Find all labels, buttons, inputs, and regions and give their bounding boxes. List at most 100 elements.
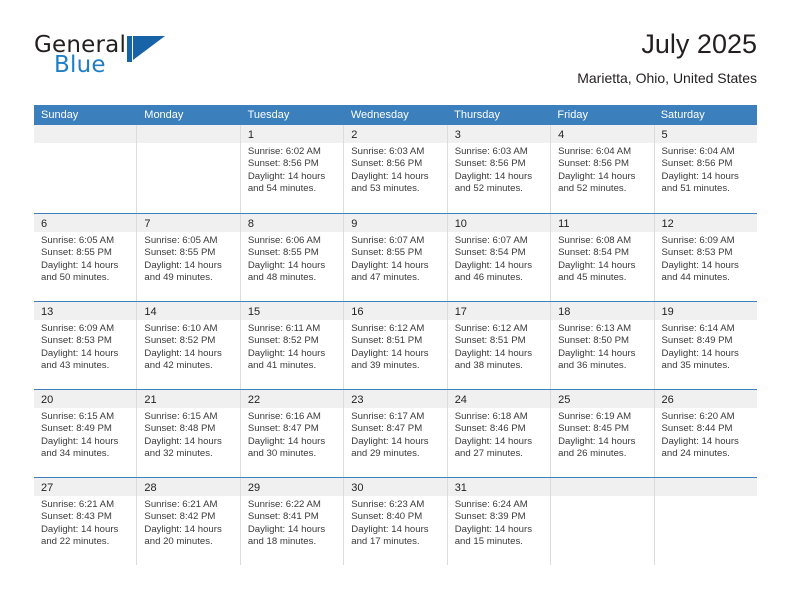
day-info: Sunrise: 6:08 AM Sunset: 8:54 PM Dayligh… xyxy=(551,232,653,285)
sunset-text: Sunset: 8:40 PM xyxy=(351,511,423,523)
sunset-text: Sunset: 8:41 PM xyxy=(247,511,319,523)
day-cell[interactable]: 21 Sunrise: 6:15 AM Sunset: 8:48 PM Dayl… xyxy=(137,390,241,477)
day-cell[interactable]: 17 Sunrise: 6:12 AM Sunset: 8:51 PM Dayl… xyxy=(447,302,552,389)
weekday-header-thursday: Thursday xyxy=(454,109,500,121)
sunset-text: Sunset: 8:49 PM xyxy=(41,423,112,435)
sunrise-text: Sunrise: 6:22 AM xyxy=(247,499,321,510)
day-info: Sunrise: 6:09 AM Sunset: 8:53 PM Dayligh… xyxy=(34,320,136,373)
sunset-text: Sunset: 8:42 PM xyxy=(144,511,216,523)
day-cell[interactable]: 12 Sunrise: 6:09 AM Sunset: 8:53 PM Dayl… xyxy=(654,214,757,301)
weekday-header-tuesday: Tuesday xyxy=(247,109,290,121)
day-info: Sunrise: 6:24 AM Sunset: 8:39 PM Dayligh… xyxy=(448,496,550,549)
weekday-header-monday: Monday xyxy=(144,109,184,121)
day-cell[interactable] xyxy=(137,125,241,213)
day-cell[interactable]: 14 Sunrise: 6:10 AM Sunset: 8:52 PM Dayl… xyxy=(137,302,241,389)
day-cell[interactable]: 13 Sunrise: 6:09 AM Sunset: 8:53 PM Dayl… xyxy=(34,302,138,389)
sunrise-text: Sunrise: 6:03 AM xyxy=(454,146,528,157)
sunset-text: Sunset: 8:50 PM xyxy=(558,335,630,347)
day-number-band: 1 xyxy=(240,125,344,143)
day-number-band: 4 xyxy=(551,125,654,143)
sunrise-text: Sunrise: 6:11 AM xyxy=(247,323,321,334)
day-number-band: 14 xyxy=(137,302,240,320)
day-cell[interactable]: 22 Sunrise: 6:16 AM Sunset: 8:47 PM Dayl… xyxy=(240,390,345,477)
daylight-text-line2: and 20 minutes. xyxy=(144,536,213,548)
daylight-text-line1: Daylight: 14 hours xyxy=(247,347,326,359)
day-info: Sunrise: 6:06 AM Sunset: 8:55 PM Dayligh… xyxy=(241,232,343,285)
day-cell[interactable]: 5 Sunrise: 6:04 AM Sunset: 8:56 PM Dayli… xyxy=(654,125,757,213)
day-cell[interactable]: 10 Sunrise: 6:07 AM Sunset: 8:54 PM Dayl… xyxy=(447,214,552,301)
daylight-text-line1: Daylight: 14 hours xyxy=(247,170,326,182)
day-cell[interactable]: 4 Sunrise: 6:04 AM Sunset: 8:56 PM Dayli… xyxy=(551,125,655,213)
day-cell[interactable]: 16 Sunrise: 6:12 AM Sunset: 8:51 PM Dayl… xyxy=(344,302,448,389)
daylight-text-line1: Daylight: 14 hours xyxy=(454,170,533,182)
day-cell[interactable]: 8 Sunrise: 6:06 AM Sunset: 8:55 PM Dayli… xyxy=(240,214,345,301)
sunset-text: Sunset: 8:56 PM xyxy=(454,158,526,170)
day-cell[interactable]: 29 Sunrise: 6:22 AM Sunset: 8:41 PM Dayl… xyxy=(240,478,345,565)
sunset-text: Sunset: 8:55 PM xyxy=(144,247,216,259)
daylight-text-line1: Daylight: 14 hours xyxy=(41,523,119,535)
day-cell[interactable] xyxy=(551,478,655,565)
sunrise-text: Sunrise: 6:20 AM xyxy=(661,411,735,422)
daylight-text-line1: Daylight: 14 hours xyxy=(144,435,222,447)
daylight-text-line2: and 39 minutes. xyxy=(351,360,420,372)
day-cell[interactable] xyxy=(34,125,138,213)
sunrise-text: Sunrise: 6:06 AM xyxy=(247,235,321,246)
day-cell[interactable]: 26 Sunrise: 6:20 AM Sunset: 8:44 PM Dayl… xyxy=(654,390,757,477)
daylight-text-line1: Daylight: 14 hours xyxy=(247,435,326,447)
sunset-text: Sunset: 8:44 PM xyxy=(661,423,733,435)
day-cell[interactable]: 9 Sunrise: 6:07 AM Sunset: 8:55 PM Dayli… xyxy=(344,214,448,301)
sunset-text: Sunset: 8:45 PM xyxy=(558,423,630,435)
day-cell[interactable]: 1 Sunrise: 6:02 AM Sunset: 8:56 PM Dayli… xyxy=(240,125,345,213)
day-cell[interactable]: 7 Sunrise: 6:05 AM Sunset: 8:55 PM Dayli… xyxy=(137,214,241,301)
day-number: 13 xyxy=(41,306,54,318)
day-cell[interactable]: 28 Sunrise: 6:21 AM Sunset: 8:42 PM Dayl… xyxy=(137,478,241,565)
sunset-text: Sunset: 8:56 PM xyxy=(351,158,423,170)
day-cell[interactable]: 19 Sunrise: 6:14 AM Sunset: 8:49 PM Dayl… xyxy=(654,302,757,389)
daylight-text-line2: and 52 minutes. xyxy=(454,183,523,195)
day-number-band: 24 xyxy=(447,390,551,408)
day-number: 16 xyxy=(351,306,364,318)
day-number-band: 11 xyxy=(551,214,654,232)
sunset-text: Sunset: 8:48 PM xyxy=(144,423,216,435)
day-number-band: 19 xyxy=(654,302,757,320)
day-cell[interactable]: 27 Sunrise: 6:21 AM Sunset: 8:43 PM Dayl… xyxy=(34,478,138,565)
day-cell[interactable] xyxy=(654,478,757,565)
sunrise-text: Sunrise: 6:02 AM xyxy=(247,146,321,157)
day-number-band: 21 xyxy=(137,390,240,408)
day-cell[interactable]: 2 Sunrise: 6:03 AM Sunset: 8:56 PM Dayli… xyxy=(344,125,448,213)
brand-logo[interactable]: General Blue xyxy=(34,32,264,88)
day-info: Sunrise: 6:04 AM Sunset: 8:56 PM Dayligh… xyxy=(551,143,653,196)
sunrise-text: Sunrise: 6:12 AM xyxy=(351,323,425,334)
day-cell[interactable]: 11 Sunrise: 6:08 AM Sunset: 8:54 PM Dayl… xyxy=(551,214,655,301)
day-number-band: 9 xyxy=(344,214,447,232)
daylight-text-line2: and 22 minutes. xyxy=(41,536,110,548)
day-cell[interactable]: 23 Sunrise: 6:17 AM Sunset: 8:47 PM Dayl… xyxy=(344,390,448,477)
daylight-text-line2: and 15 minutes. xyxy=(454,536,523,548)
sunset-text: Sunset: 8:54 PM xyxy=(454,247,526,259)
sunset-text: Sunset: 8:53 PM xyxy=(41,335,112,347)
day-cell[interactable]: 3 Sunrise: 6:03 AM Sunset: 8:56 PM Dayli… xyxy=(447,125,552,213)
day-cell[interactable]: 20 Sunrise: 6:15 AM Sunset: 8:49 PM Dayl… xyxy=(34,390,138,477)
day-info: Sunrise: 6:05 AM Sunset: 8:55 PM Dayligh… xyxy=(34,232,136,285)
sunset-text: Sunset: 8:55 PM xyxy=(351,247,423,259)
sunrise-text: Sunrise: 6:04 AM xyxy=(558,146,632,157)
day-cell[interactable]: 24 Sunrise: 6:18 AM Sunset: 8:46 PM Dayl… xyxy=(447,390,552,477)
page-header: General Blue July 2025 Marietta, Ohio, U… xyxy=(34,28,757,96)
day-cell[interactable]: 6 Sunrise: 6:05 AM Sunset: 8:55 PM Dayli… xyxy=(34,214,138,301)
daylight-text-line2: and 27 minutes. xyxy=(454,448,523,460)
day-number: 6 xyxy=(41,218,48,230)
calendar-week-row: 6 Sunrise: 6:05 AM Sunset: 8:55 PM Dayli… xyxy=(34,213,757,301)
day-number: 12 xyxy=(661,218,674,230)
day-number-band: 27 xyxy=(34,478,137,496)
day-number-band: 29 xyxy=(240,478,344,496)
day-cell[interactable]: 30 Sunrise: 6:23 AM Sunset: 8:40 PM Dayl… xyxy=(344,478,448,565)
sunset-text: Sunset: 8:51 PM xyxy=(351,335,423,347)
daylight-text-line2: and 52 minutes. xyxy=(558,183,627,195)
day-cell[interactable]: 15 Sunrise: 6:11 AM Sunset: 8:52 PM Dayl… xyxy=(240,302,345,389)
day-info: Sunrise: 6:10 AM Sunset: 8:52 PM Dayligh… xyxy=(137,320,239,373)
day-cell[interactable]: 18 Sunrise: 6:13 AM Sunset: 8:50 PM Dayl… xyxy=(551,302,655,389)
sunset-text: Sunset: 8:39 PM xyxy=(454,511,526,523)
day-cell[interactable]: 31 Sunrise: 6:24 AM Sunset: 8:39 PM Dayl… xyxy=(447,478,552,565)
day-number: 17 xyxy=(454,306,467,318)
day-cell[interactable]: 25 Sunrise: 6:19 AM Sunset: 8:45 PM Dayl… xyxy=(551,390,655,477)
